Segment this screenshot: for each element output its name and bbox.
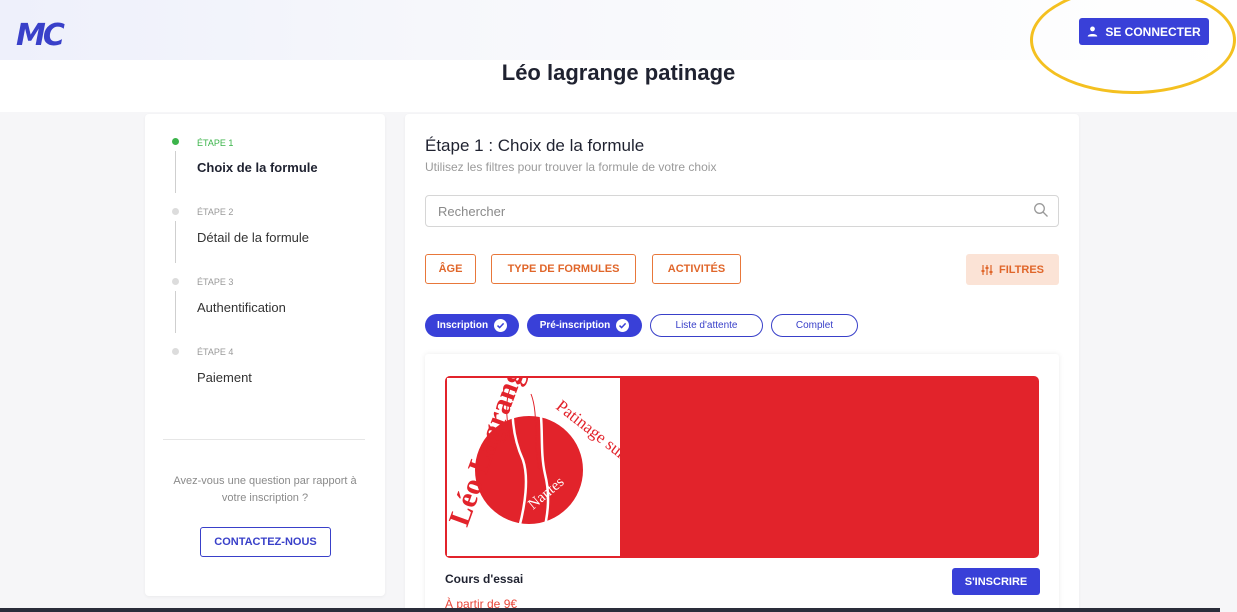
- step-1-label[interactable]: Choix de la formule: [197, 160, 318, 175]
- club-logo: Léo Lagrange Patinage sur glace Nantes: [445, 376, 662, 558]
- step-connector: [175, 221, 176, 263]
- offer-card[interactable]: Léo Lagrange Patinage sur glace Nantes C…: [425, 354, 1059, 612]
- filters-button[interactable]: FILTRES: [966, 254, 1059, 285]
- step-1-indicator: [172, 138, 179, 145]
- step-2-indicator: [172, 208, 179, 215]
- step-4-label[interactable]: Paiement: [197, 370, 252, 385]
- contact-button[interactable]: CONTACTEZ-NOUS: [200, 527, 331, 557]
- check-icon: [616, 319, 630, 332]
- filter-activities-button[interactable]: ACTIVITÉS: [652, 254, 741, 284]
- divider: [163, 439, 365, 440]
- chip-pre-inscription[interactable]: Pré-inscription: [527, 314, 642, 337]
- chip-full[interactable]: Complet: [771, 314, 858, 337]
- section-title: Étape 1 : Choix de la formule: [425, 136, 645, 155]
- top-bar: MC SE CONNECTER: [0, 0, 1237, 60]
- window-bottom-edge: [0, 608, 1220, 612]
- section-subtitle: Utilisez les filtres pour trouver la for…: [425, 160, 717, 174]
- filters-label: FILTRES: [998, 263, 1044, 276]
- login-label: SE CONNECTER: [1105, 24, 1201, 39]
- chip-waiting-list[interactable]: Liste d'attente: [650, 314, 763, 337]
- step-3-tag: ÉTAPE 3: [197, 277, 234, 287]
- step-2-label[interactable]: Détail de la formule: [197, 230, 309, 245]
- filter-type-button[interactable]: TYPE DE FORMULES: [491, 254, 636, 284]
- chip-inscription[interactable]: Inscription: [425, 314, 519, 337]
- search-icon[interactable]: [1033, 202, 1049, 218]
- step-3-indicator: [172, 278, 179, 285]
- offer-name: Cours d'essai: [445, 572, 524, 586]
- step-3-label[interactable]: Authentification: [197, 300, 286, 315]
- brand-logo[interactable]: MC: [16, 18, 65, 53]
- step-connector: [175, 151, 176, 193]
- help-text: Avez-vous une question par rapport à vot…: [173, 475, 357, 504]
- step-1-tag: ÉTAPE 1: [197, 138, 234, 148]
- step-4-indicator: [172, 348, 179, 355]
- step-connector: [175, 291, 176, 333]
- register-button[interactable]: S'INSCRIRE: [952, 568, 1040, 595]
- stepper-panel: ÉTAPE 1 Choix de la formule ÉTAPE 2 Déta…: [145, 114, 385, 596]
- search-input[interactable]: [425, 195, 1059, 227]
- sliders-icon: [981, 264, 993, 275]
- filter-age-button[interactable]: ÂGE: [425, 254, 476, 284]
- check-icon: [494, 319, 508, 332]
- page-title: Léo lagrange patinage: [501, 60, 736, 85]
- user-icon: [1088, 26, 1098, 37]
- chip-label: Pré-inscription: [539, 320, 611, 331]
- chip-label: Inscription: [436, 320, 489, 331]
- formula-panel: Étape 1 : Choix de la formule Utilisez l…: [405, 114, 1079, 612]
- login-button[interactable]: SE CONNECTER: [1079, 18, 1209, 45]
- step-2-tag: ÉTAPE 2: [197, 207, 234, 217]
- offer-image: Léo Lagrange Patinage sur glace Nantes: [445, 376, 1039, 558]
- step-4-tag: ÉTAPE 4: [197, 347, 234, 357]
